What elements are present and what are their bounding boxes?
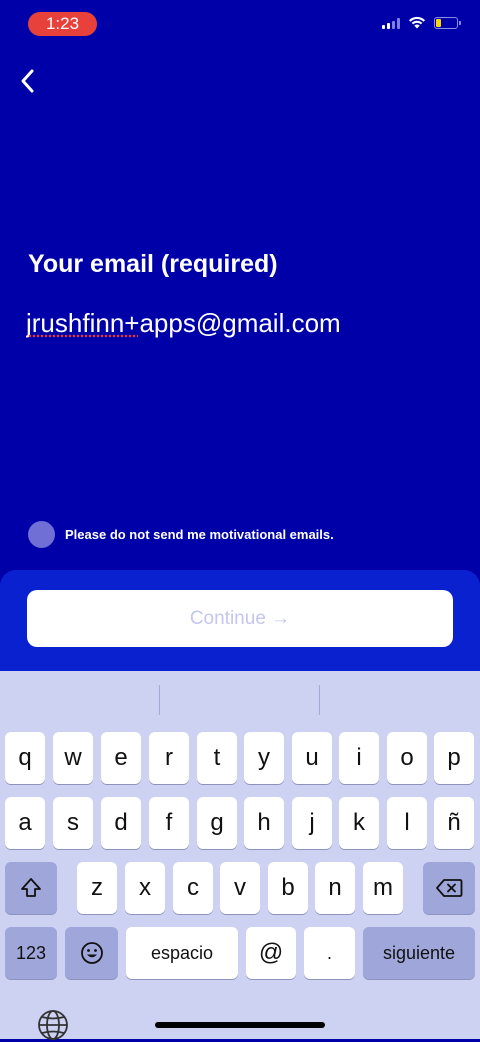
key-b[interactable]: b — [268, 862, 308, 914]
emoji-icon — [80, 942, 103, 964]
space-key[interactable]: espacio — [126, 927, 238, 979]
keyboard-row-4: 123 espacio @ . siguiente — [0, 927, 480, 979]
keyboard-row-1: q w e r t y u i o p — [0, 732, 480, 784]
key-x[interactable]: x — [125, 862, 165, 914]
key-m[interactable]: m — [363, 862, 403, 914]
shift-icon — [21, 878, 41, 897]
key-y[interactable]: y — [244, 732, 284, 784]
key-r[interactable]: r — [149, 732, 189, 784]
key-w[interactable]: w — [53, 732, 93, 784]
key-f[interactable]: f — [149, 797, 189, 849]
key-q[interactable]: q — [5, 732, 45, 784]
return-key[interactable]: siguiente — [363, 927, 475, 979]
key-n[interactable]: n — [315, 862, 355, 914]
key-i[interactable]: i — [339, 732, 379, 784]
backspace-icon — [436, 879, 463, 897]
key-p[interactable]: p — [434, 732, 474, 784]
key-n-tilde[interactable]: ñ — [434, 797, 474, 849]
dot-key[interactable]: . — [304, 927, 355, 979]
keyboard-row-3: z x c v b n m — [0, 862, 480, 914]
spellcheck-underline — [28, 334, 138, 338]
shift-key[interactable] — [5, 862, 57, 914]
continue-button[interactable]: Continue → — [27, 590, 453, 647]
back-button[interactable] — [12, 66, 42, 96]
key-j[interactable]: j — [292, 797, 332, 849]
suggestion-bar — [0, 671, 480, 715]
key-z[interactable]: z — [77, 862, 117, 914]
wifi-icon — [409, 16, 425, 29]
optout-toggle[interactable]: Please do not send me motivational email… — [28, 521, 334, 548]
keyboard: q w e r t y u i o p a s d f g h j k l ñ … — [0, 671, 480, 1039]
delete-key[interactable] — [423, 862, 475, 914]
cellular-signal-icon — [382, 17, 400, 29]
status-bar: 1:23 — [0, 0, 480, 48]
numbers-key[interactable]: 123 — [5, 927, 57, 979]
key-v[interactable]: v — [220, 862, 260, 914]
keyboard-row-2: a s d f g h j k l ñ — [0, 797, 480, 849]
chevron-left-icon — [21, 69, 34, 93]
key-g[interactable]: g — [197, 797, 237, 849]
globe-icon[interactable] — [36, 1008, 70, 1042]
key-s[interactable]: s — [53, 797, 93, 849]
key-e[interactable]: e — [101, 732, 141, 784]
key-l[interactable]: l — [387, 797, 427, 849]
key-c[interactable]: c — [173, 862, 213, 914]
email-label: Your email (required) — [28, 250, 278, 278]
home-indicator — [155, 1022, 325, 1028]
status-icons — [382, 16, 461, 29]
key-a[interactable]: a — [5, 797, 45, 849]
emoji-key[interactable] — [65, 927, 118, 979]
key-h[interactable]: h — [244, 797, 284, 849]
optout-radio[interactable] — [28, 521, 55, 548]
optout-label: Please do not send me motivational email… — [65, 527, 334, 542]
at-key[interactable]: @ — [246, 927, 296, 979]
status-time: 1:23 — [28, 12, 97, 36]
key-t[interactable]: t — [197, 732, 237, 784]
key-d[interactable]: d — [101, 797, 141, 849]
battery-icon — [434, 16, 461, 29]
key-k[interactable]: k — [339, 797, 379, 849]
key-u[interactable]: u — [292, 732, 332, 784]
key-o[interactable]: o — [387, 732, 427, 784]
